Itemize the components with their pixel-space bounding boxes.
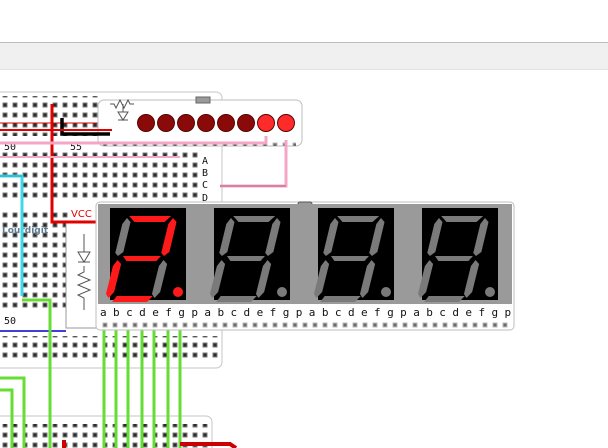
segment-d [424,296,465,302]
led-4 [197,114,215,132]
pin-label: a [204,306,211,319]
wire-pink [220,140,288,188]
pin-label: d [139,306,146,319]
pin-label: f [270,306,277,319]
segment-d [320,296,361,302]
segment-g [226,256,265,261]
circuit-canvas[interactable]: 50 55 50 A B C D Lourdigit VCC a b c d e… [0,0,608,448]
led-6 [237,114,255,132]
segment-g [122,256,161,261]
diode-resistor-block[interactable]: VCC [65,209,101,329]
pin-label: g [387,306,394,319]
pin-label: b [426,306,433,319]
digit-2 [209,208,290,302]
segment-a [233,216,276,222]
segment-a [337,216,380,222]
pin-label: d [452,306,459,319]
decimal-point [485,287,495,297]
pin-label: e [465,306,472,319]
row-letter-label: C [202,180,208,191]
pin-label: p [400,306,407,319]
pin-label: g [492,306,499,319]
pin-label: b [113,306,120,319]
pin-label: e [361,306,368,319]
seven-segment-display[interactable]: abcdefgpabcdefgpabcdefgpabcdefgp [95,201,515,331]
led-5 [217,114,235,132]
segment-g [434,256,473,261]
digit-3 [313,208,394,302]
pin-label: a [309,306,316,319]
led-3 [177,114,195,132]
decimal-point [173,287,183,297]
pin-label: f [374,306,381,319]
pin-label: e [152,306,159,319]
pin-label: b [322,306,329,319]
decimal-point [277,287,287,297]
module-handle[interactable] [195,96,211,104]
pin-label: b [217,306,224,319]
pin-label: f [478,306,485,319]
pin-label: p [296,306,303,319]
part-tag-label: Lourdigit [2,226,49,236]
pin-label: a [413,306,420,319]
decimal-point [381,287,391,297]
led-2 [157,114,175,132]
pin-label: g [178,306,185,319]
led-7 [257,114,275,132]
vcc-label: VCC [71,209,92,220]
pin-label: p [191,306,198,319]
pin-label: d [244,306,251,319]
row-letter-label: B [202,168,208,179]
led-bar-module[interactable] [97,96,303,147]
pin-label: c [439,306,446,319]
segment-g [330,256,369,261]
pin-label: p [505,306,512,319]
digit-1 [105,208,186,302]
pin-label: d [348,306,355,319]
pin-label: c [126,306,133,319]
segment-a [441,216,484,222]
segment-d [112,296,153,302]
pin-label: g [283,306,290,319]
pin-label: e [257,306,264,319]
row-letter-label: A [202,156,208,167]
led-8 [277,114,295,132]
pin-label: f [165,306,172,319]
digit-4 [417,208,498,302]
pin-label: a [100,306,107,319]
pin-label: c [335,306,342,319]
led-1 [137,114,155,132]
segment-d [216,296,257,302]
segment-a [129,216,172,222]
pin-label: c [231,306,238,319]
row-number-label: 50 [4,316,16,327]
